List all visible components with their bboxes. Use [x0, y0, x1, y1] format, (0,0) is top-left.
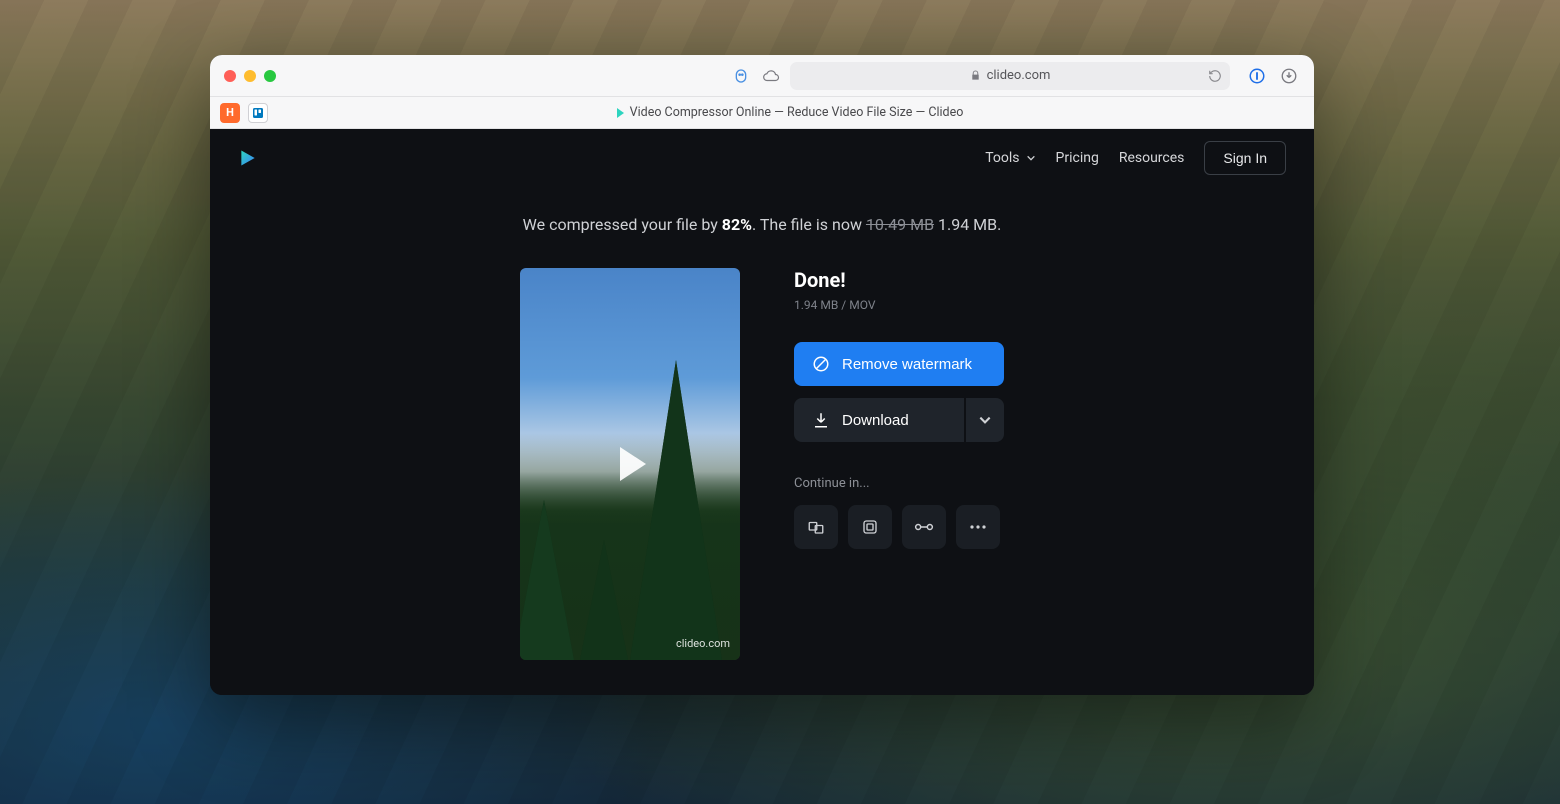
download-group: Download	[794, 398, 1004, 442]
tab-strip: H Video Compressor Online — Reduce Video…	[210, 97, 1314, 129]
reload-icon[interactable]	[1208, 69, 1222, 83]
site-header: Tools Pricing Resources Sign In	[210, 129, 1314, 187]
url-text: clideo.com	[987, 68, 1051, 83]
file-format: MOV	[849, 298, 875, 312]
summary-mid: . The file is now	[752, 215, 866, 234]
nav-resources[interactable]: Resources	[1119, 150, 1185, 166]
fullscreen-window-button[interactable]	[264, 70, 276, 82]
summary-new-size: 1.94 MB.	[934, 215, 1001, 234]
result-panel: Done! 1.94 MB / MOV Remove watermark Dow…	[794, 268, 1004, 660]
continue-resize-button[interactable]	[848, 505, 892, 549]
nav-pricing[interactable]: Pricing	[1056, 150, 1099, 166]
chevron-down-icon	[1026, 153, 1036, 163]
minimize-window-button[interactable]	[244, 70, 256, 82]
download-options-button[interactable]	[966, 398, 1004, 442]
download-button[interactable]: Download	[794, 398, 964, 442]
clideo-favicon	[617, 108, 624, 118]
chevron-down-icon	[978, 413, 992, 427]
browser-toolbar: clideo.com	[210, 55, 1314, 97]
nav-tools[interactable]: Tools	[985, 150, 1035, 166]
active-tab[interactable]: Video Compressor Online — Reduce Video F…	[276, 105, 1304, 120]
cut-icon	[914, 520, 934, 534]
result-row: clideo.com Done! 1.94 MB / MOV Remove wa…	[210, 268, 1314, 660]
page-content: Tools Pricing Resources Sign In We compr…	[210, 129, 1314, 695]
privacy-report-icon[interactable]	[730, 65, 752, 87]
done-heading: Done!	[794, 268, 1004, 292]
meta-separator: /	[838, 298, 849, 312]
address-bar[interactable]: clideo.com	[790, 62, 1230, 90]
sign-in-button[interactable]: Sign In	[1204, 141, 1286, 175]
video-preview: clideo.com	[520, 268, 740, 660]
pinned-tab-trello[interactable]	[248, 103, 268, 123]
clideo-logo[interactable]	[238, 148, 258, 168]
merge-icon	[807, 518, 825, 536]
onepassword-extension-icon[interactable]	[1246, 65, 1268, 87]
continue-cut-button[interactable]	[902, 505, 946, 549]
resize-icon	[861, 518, 879, 536]
nav-pricing-label: Pricing	[1056, 150, 1099, 166]
watermark-text: clideo.com	[676, 637, 730, 650]
summary-old-size: 10.49 MB	[866, 215, 934, 234]
window-controls	[224, 70, 276, 82]
continue-more-button[interactable]	[956, 505, 1000, 549]
remove-watermark-button[interactable]: Remove watermark	[794, 342, 1004, 386]
download-icon	[812, 411, 830, 429]
lock-icon	[970, 70, 981, 81]
file-meta: 1.94 MB / MOV	[794, 298, 1004, 312]
continue-label: Continue in...	[794, 476, 1004, 491]
close-window-button[interactable]	[224, 70, 236, 82]
download-label: Download	[842, 412, 909, 429]
play-icon	[620, 447, 646, 481]
remove-watermark-label: Remove watermark	[842, 356, 972, 373]
continue-row	[794, 505, 1004, 549]
summary-prefix: We compressed your file by	[523, 215, 722, 234]
file-size: 1.94 MB	[794, 298, 838, 312]
compression-summary: We compressed your file by 82%. The file…	[210, 215, 1314, 234]
nav-tools-label: Tools	[985, 150, 1019, 166]
browser-window: clideo.com H Video Compressor Online — R…	[210, 55, 1314, 695]
play-button[interactable]	[520, 268, 740, 660]
summary-percent: 82%	[722, 215, 752, 234]
continue-merge-button[interactable]	[794, 505, 838, 549]
icloud-tabs-icon[interactable]	[760, 65, 782, 87]
pinned-tab-h[interactable]: H	[220, 103, 240, 123]
more-icon	[969, 524, 987, 530]
nav-resources-label: Resources	[1119, 150, 1185, 166]
no-symbol-icon	[812, 355, 830, 373]
downloads-icon[interactable]	[1278, 65, 1300, 87]
tab-title-text: Video Compressor Online — Reduce Video F…	[630, 105, 964, 120]
